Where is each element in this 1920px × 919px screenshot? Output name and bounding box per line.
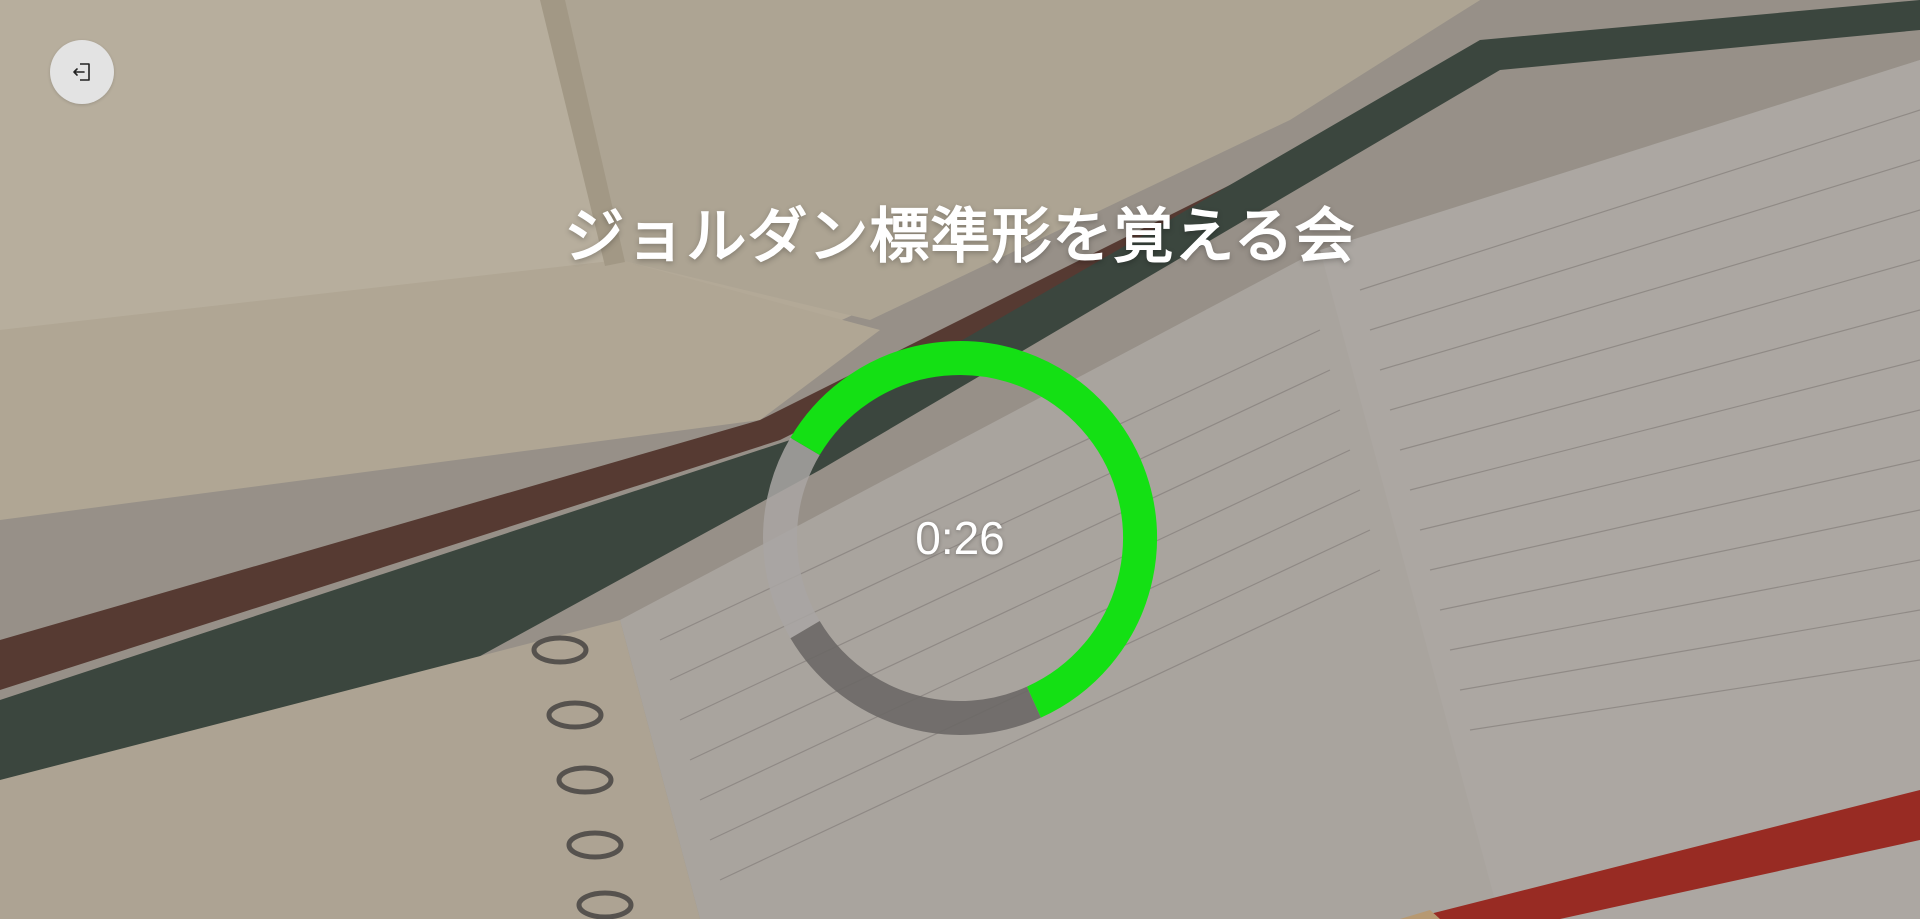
countdown-timer: 0:26 [760,338,1160,738]
exit-button[interactable] [50,40,114,104]
study-room-screen: ジョルダン標準形を覚える会 0:26 [0,0,1920,919]
session-title: ジョルダン標準形を覚える会 [564,202,1356,272]
exit-icon [73,63,90,81]
timer-readout: 0:26 [915,512,1005,564]
